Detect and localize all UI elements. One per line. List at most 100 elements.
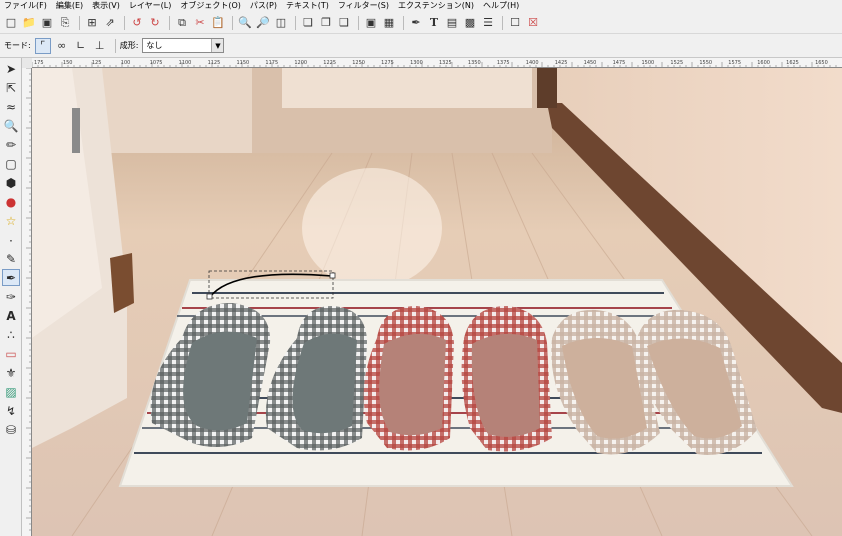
ruler-tick-label: 1275	[381, 60, 394, 66]
ruler-tick-label: 1375	[497, 60, 510, 66]
menu-file[interactable]: ファイル(F)	[4, 0, 47, 12]
ruler-tick-label: 1600	[757, 60, 770, 66]
node-tool-icon[interactable]: ⇱	[2, 79, 20, 96]
menu-text[interactable]: テキスト(T)	[286, 0, 329, 12]
shape-dropdown[interactable]: なし ▼	[142, 38, 225, 53]
copy-icon[interactable]: ⧉	[174, 15, 190, 31]
zoom-page-icon[interactable]: ◫	[273, 15, 289, 31]
toolbar-separator	[114, 38, 116, 53]
fill-stroke-icon[interactable]: ✒	[408, 15, 424, 31]
spray-tool-icon[interactable]: ∴	[2, 326, 20, 343]
zoom-selection-icon[interactable]: 🔍	[237, 15, 253, 31]
rectangle-tool-icon[interactable]: ▢	[2, 155, 20, 172]
xml-editor-icon[interactable]: ▤	[444, 15, 460, 31]
duplicate-icon[interactable]: ❏	[300, 15, 316, 31]
bezier-mode-icon[interactable]: ⌜	[34, 37, 51, 54]
spiral-tool-icon[interactable]: ٠	[2, 231, 20, 248]
print-icon[interactable]: ⎘	[57, 15, 73, 31]
gradient-tool-icon[interactable]: ▨	[2, 383, 20, 400]
door-handle	[72, 108, 80, 153]
menu-extensions[interactable]: エクステンション(N)	[398, 0, 474, 12]
ruler-tick-label: 1150	[237, 60, 250, 66]
toolbar-separator	[124, 15, 125, 30]
vertical-ruler	[22, 68, 32, 536]
group-icon[interactable]: ▣	[363, 15, 379, 31]
save-icon[interactable]: ▣	[39, 15, 55, 31]
menu-path[interactable]: パス(P)	[250, 0, 277, 12]
ruler-corner	[22, 58, 32, 68]
menu-help[interactable]: ヘルプ(H)	[483, 0, 519, 12]
pencil-tool-icon[interactable]: ✎	[2, 250, 20, 267]
ruler-tick-label: 1350	[468, 60, 481, 66]
paint-bucket-tool-icon[interactable]: ⚜	[2, 364, 20, 381]
ruler-tick-label: 1450	[584, 60, 597, 66]
tweak-tool-icon[interactable]: ≈	[2, 98, 20, 115]
new-document-icon[interactable]: □	[3, 15, 19, 31]
drawing-canvas[interactable]	[32, 68, 842, 536]
pen-tool-icon[interactable]: ✒	[2, 269, 20, 286]
far-door	[102, 68, 252, 153]
chevron-down-icon[interactable]: ▼	[211, 39, 224, 52]
floor-shine	[302, 168, 442, 288]
document-properties-icon[interactable]: ☐	[507, 15, 523, 31]
cut-icon[interactable]: ✂	[192, 15, 208, 31]
box3d-tool-icon[interactable]: ⬢	[2, 174, 20, 191]
menu-filters[interactable]: フィルター(S)	[338, 0, 389, 12]
paste-icon[interactable]: 📋	[210, 15, 226, 31]
inkscape-window: ファイル(F) 編集(E) 表示(V) レイヤー(L) オブジェクト(O) パス…	[0, 0, 842, 536]
ruler-tick-label: 150	[63, 60, 73, 66]
ruler-tick-label: 100	[121, 60, 131, 66]
eraser-tool-icon[interactable]: ▭	[2, 345, 20, 362]
toolbar-separator	[403, 15, 404, 30]
star-tool-icon[interactable]: ☆	[2, 212, 20, 229]
align-distribute-icon[interactable]: ▩	[462, 15, 478, 31]
text-tool-icon[interactable]: A	[2, 307, 20, 324]
menu-layer[interactable]: レイヤー(L)	[129, 0, 171, 12]
dropper-tool-icon[interactable]: ↯	[2, 402, 20, 419]
menu-view[interactable]: 表示(V)	[92, 0, 120, 12]
ruler-tick-label: 1325	[439, 60, 452, 66]
slipper-red-right	[461, 306, 552, 452]
undo-icon[interactable]: ↺	[129, 15, 145, 31]
spiro-mode-icon[interactable]: ∞	[54, 38, 70, 54]
toolbar-separator	[295, 15, 296, 30]
command-toolbar: □ 📁 ▣ ⎘ ⊞ ⇗ ↺ ↻ ⧉ ✂ 📋 🔍 🔎 ◫ ❏ ❐ ❑ ▣ ▦ ✒ …	[0, 12, 842, 34]
ruler-tick-label: 1525	[670, 60, 683, 66]
export-icon[interactable]: ⇗	[102, 15, 118, 31]
ruler-tick-label: 175	[34, 60, 44, 66]
ruler-tick-label: 1250	[352, 60, 365, 66]
paraxial-mode-icon[interactable]: ⊥	[92, 38, 108, 54]
menubar: ファイル(F) 編集(E) 表示(V) レイヤー(L) オブジェクト(O) パス…	[0, 0, 842, 12]
horizontal-ruler: 175 150 125 100 1075 1100 1125 1150 1175 1200 1225…	[32, 58, 842, 68]
tool-controls-bar: モード: ⌜ ∞ ∟ ⊥ 成形: なし ▼	[0, 34, 842, 58]
path-node-start[interactable]	[206, 293, 213, 300]
zoom-drawing-icon[interactable]: 🔎	[255, 15, 271, 31]
path-node-end[interactable]	[329, 272, 336, 279]
ruler-tick-label: 1075	[150, 60, 163, 66]
menu-object[interactable]: オブジェクト(O)	[180, 0, 241, 12]
polyline-mode-icon[interactable]: ∟	[73, 38, 89, 54]
import-icon[interactable]: ⊞	[84, 15, 100, 31]
connector-tool-icon[interactable]: ⛁	[2, 421, 20, 438]
menu-edit[interactable]: 編集(E)	[56, 0, 83, 12]
right-door-frame	[537, 68, 557, 108]
ungroup-icon[interactable]: ▦	[381, 15, 397, 31]
preferences-icon[interactable]: ☰	[480, 15, 496, 31]
clone-icon[interactable]: ❐	[318, 15, 334, 31]
far-light	[282, 68, 532, 108]
redo-icon[interactable]: ↻	[147, 15, 163, 31]
ruler-tick-label: 1625	[786, 60, 799, 66]
measure-tool-icon[interactable]: ✏	[2, 136, 20, 153]
calligraphy-tool-icon[interactable]: ✑	[2, 288, 20, 305]
mode-label: モード:	[4, 41, 31, 50]
ellipse-tool-icon[interactable]: ●	[2, 193, 20, 210]
toolbar-separator	[79, 15, 80, 30]
open-folder-icon[interactable]: 📁	[21, 15, 37, 31]
selector-tool-icon[interactable]: ➤	[2, 60, 20, 77]
unlink-clone-icon[interactable]: ❑	[336, 15, 352, 31]
ruler-tick-label: 1650	[815, 60, 828, 66]
text-font-icon[interactable]: T	[426, 15, 442, 31]
ruler-tick-label: 1175	[265, 60, 278, 66]
close-document-icon[interactable]: ☒	[525, 15, 541, 31]
zoom-tool-icon[interactable]: 🔍	[2, 117, 20, 134]
